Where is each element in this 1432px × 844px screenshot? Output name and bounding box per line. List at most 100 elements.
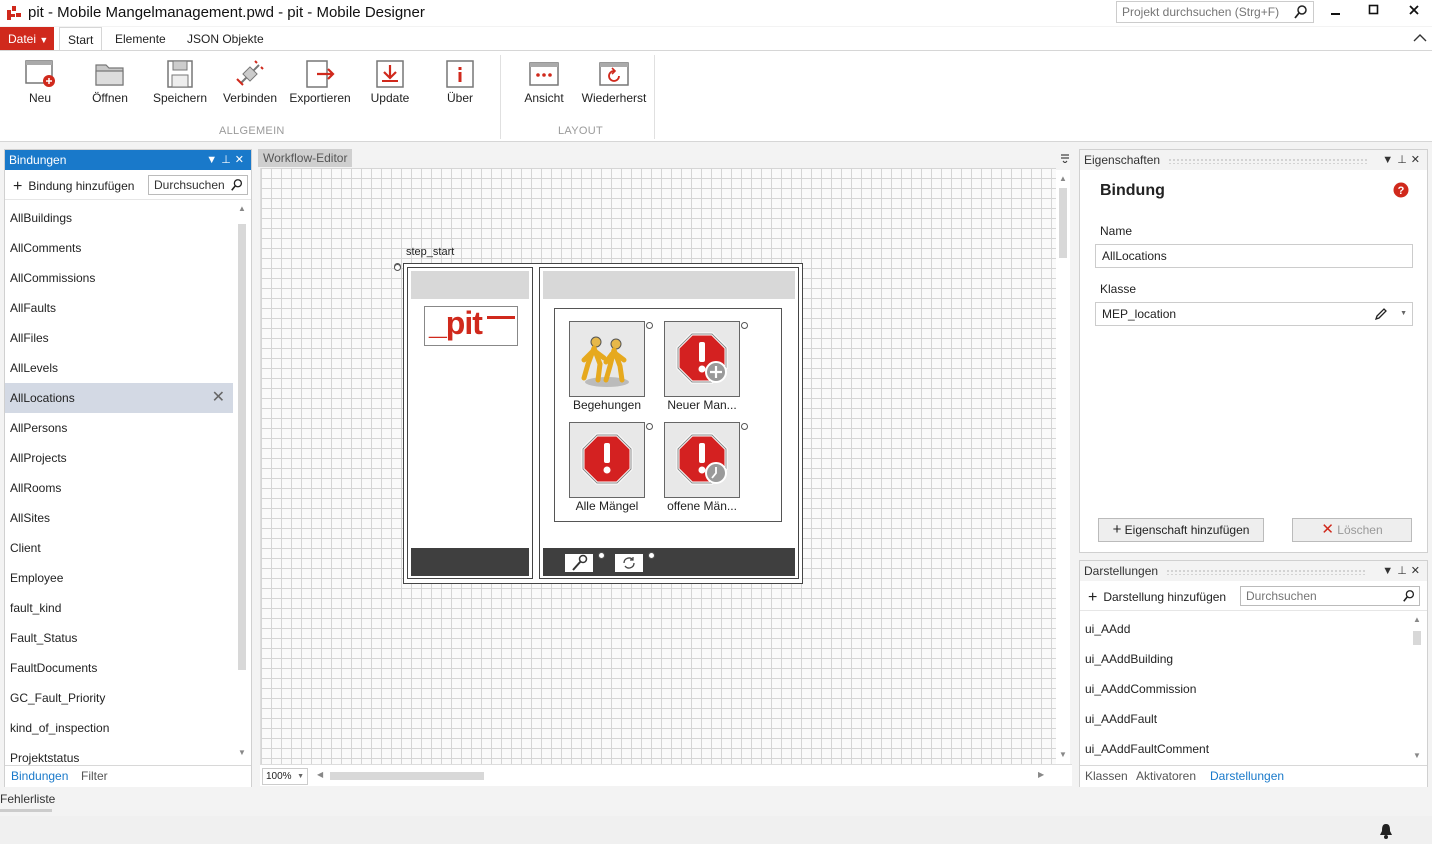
binding-list-item[interactable]: AllFaults [5,293,233,323]
scroll-right-icon[interactable]: ▶ [1038,770,1044,779]
tab-bindungen[interactable]: Bindungen [11,769,68,783]
binding-list-item[interactable]: GC_Fault_Priority [5,683,233,713]
help-icon[interactable]: ? [1393,182,1409,198]
chevron-down-icon[interactable]: ▼ [1382,565,1397,577]
name-field[interactable]: AllLocations [1095,244,1413,268]
device-connector-dot[interactable] [394,264,401,271]
tab-elemente[interactable]: Elemente [107,27,174,51]
binding-list-item[interactable]: Employee [5,563,233,593]
update-button[interactable]: Update [357,57,423,113]
binding-list-item[interactable]: FaultDocuments [5,653,233,683]
close-icon[interactable]: ✕ [1411,565,1424,577]
tab-json-objekte[interactable]: JSON Objekte [179,27,272,51]
add-representation-button[interactable]: + Darstellung hinzufügen [1088,588,1226,606]
close-icon[interactable]: ✕ [1411,154,1424,166]
add-property-button[interactable]: + Eigenschaft hinzufügen [1098,518,1264,542]
bell-icon[interactable] [1379,823,1393,839]
scroll-up-icon[interactable]: ▲ [238,204,246,213]
error-list-tab[interactable]: Fehlerliste [0,792,55,806]
tile-connector-dot[interactable] [741,322,748,329]
tile-connector-dot[interactable] [741,423,748,430]
binding-list-item[interactable]: AllLocations ✕ [5,383,233,413]
view-button[interactable]: Ansicht [511,57,577,113]
pin-icon[interactable]: ⊥ [1397,154,1411,166]
search-icon[interactable] [1402,589,1416,603]
binding-list-item[interactable]: AllSites [5,503,233,533]
representations-search[interactable] [1240,586,1420,606]
scroll-down-icon[interactable]: ▼ [1413,751,1421,760]
new-button[interactable]: Neu [7,57,73,113]
tab-datei[interactable]: Datei ▼ [0,27,55,51]
add-binding-button[interactable]: + Bindung hinzufügen [13,177,134,195]
tile-offene-maengel[interactable] [664,422,740,498]
bindings-search-input[interactable] [149,176,228,194]
tab-filter[interactable]: Filter [81,769,108,783]
representation-list-item[interactable]: ui_AAddFaultComment [1080,734,1410,764]
binding-list-item[interactable]: AllRooms [5,473,233,503]
tool-connector-dot[interactable] [598,552,605,559]
tile-begehungen[interactable] [569,321,645,397]
pencil-icon[interactable] [1374,307,1388,321]
scrollbar-thumb[interactable] [1059,188,1067,258]
representation-list-item[interactable]: ui_AAddBuilding [1080,644,1410,674]
step-start-device[interactable]: _pit Begehungen Neuer Man... Alle Mängel… [403,263,803,584]
menu-icon[interactable] [1060,153,1070,163]
scroll-down-icon[interactable]: ▼ [238,748,246,757]
refresh-tool-button[interactable] [615,554,643,572]
horizontal-scrollbar-thumb[interactable] [330,772,484,780]
class-select[interactable]: MEP_location ▼ [1095,302,1413,326]
representation-list-item[interactable]: ui_AAddFault [1080,704,1410,734]
restore-button[interactable]: Wiederherst [581,57,647,113]
tile-alle-maengel[interactable] [569,422,645,498]
binding-list-item[interactable]: fault_kind [5,593,233,623]
project-search-input[interactable] [1117,2,1287,22]
canvas-vertical-scrollbar[interactable]: ▲ ▼ [1056,170,1070,764]
binding-list-item[interactable]: AllBuildings [5,203,233,233]
export-button[interactable]: Exportieren [287,57,353,113]
pin-icon[interactable]: ⊥ [1397,565,1411,577]
representations-search-input[interactable] [1241,587,1384,605]
scrollbar-thumb[interactable] [1413,631,1421,645]
binding-list-item[interactable]: AllLevels [5,353,233,383]
open-button[interactable]: Öffnen [77,57,143,113]
tab-workflow-editor[interactable]: Workflow-Editor [258,149,353,167]
tool-connector-dot[interactable] [648,552,655,559]
tile-connector-dot[interactable] [646,423,653,430]
scroll-up-icon[interactable]: ▲ [1413,615,1421,624]
search-icon[interactable] [1293,4,1309,20]
tile-neuer-mangel[interactable] [664,321,740,397]
binding-list-item[interactable]: AllPersons [5,413,233,443]
binding-list-item[interactable]: kind_of_inspection [5,713,233,743]
tab-start[interactable]: Start [59,27,103,51]
scroll-down-icon[interactable]: ▼ [1059,750,1067,759]
remove-binding-icon[interactable]: ✕ [212,383,225,413]
representation-list-item[interactable]: ui_AAdd [1080,614,1410,644]
binding-list-item[interactable]: AllComments [5,233,233,263]
binding-list-item[interactable]: Client [5,533,233,563]
tab-darstellungen[interactable]: Darstellungen [1210,769,1284,783]
pin-icon[interactable]: ⊥ [221,154,235,166]
connect-button[interactable]: Verbinden [217,57,283,113]
tab-klassen[interactable]: Klassen [1085,769,1128,783]
binding-list-item[interactable]: AllProjects [5,443,233,473]
delete-button[interactable]: ✕ Löschen [1292,518,1412,542]
close-icon[interactable]: ✕ [235,154,248,166]
binding-list-item[interactable]: AllFiles [5,323,233,353]
settings-tool-button[interactable] [565,554,593,572]
bindings-search[interactable] [148,175,248,195]
save-button[interactable]: Speichern [147,57,213,113]
chevron-down-icon[interactable]: ▼ [1382,154,1397,166]
chevron-down-icon[interactable]: ▼ [206,154,221,166]
representations-scrollbar[interactable]: ▲ ▼ [1410,615,1424,763]
representation-list-item[interactable]: ui_AAddCommission [1080,674,1410,704]
chevron-down-icon[interactable]: ▼ [1400,303,1407,325]
project-search[interactable] [1116,1,1314,23]
close-button[interactable] [1394,0,1432,24]
bindings-scrollbar[interactable]: ▲ ▼ [235,204,249,760]
tab-aktivatoren[interactable]: Aktivatoren [1136,769,1196,783]
collapse-ribbon-icon[interactable] [1412,32,1428,44]
about-button[interactable]: Über [427,57,493,113]
maximize-button[interactable] [1354,0,1394,24]
scroll-left-icon[interactable]: ◀ [317,770,323,779]
tile-connector-dot[interactable] [646,322,653,329]
